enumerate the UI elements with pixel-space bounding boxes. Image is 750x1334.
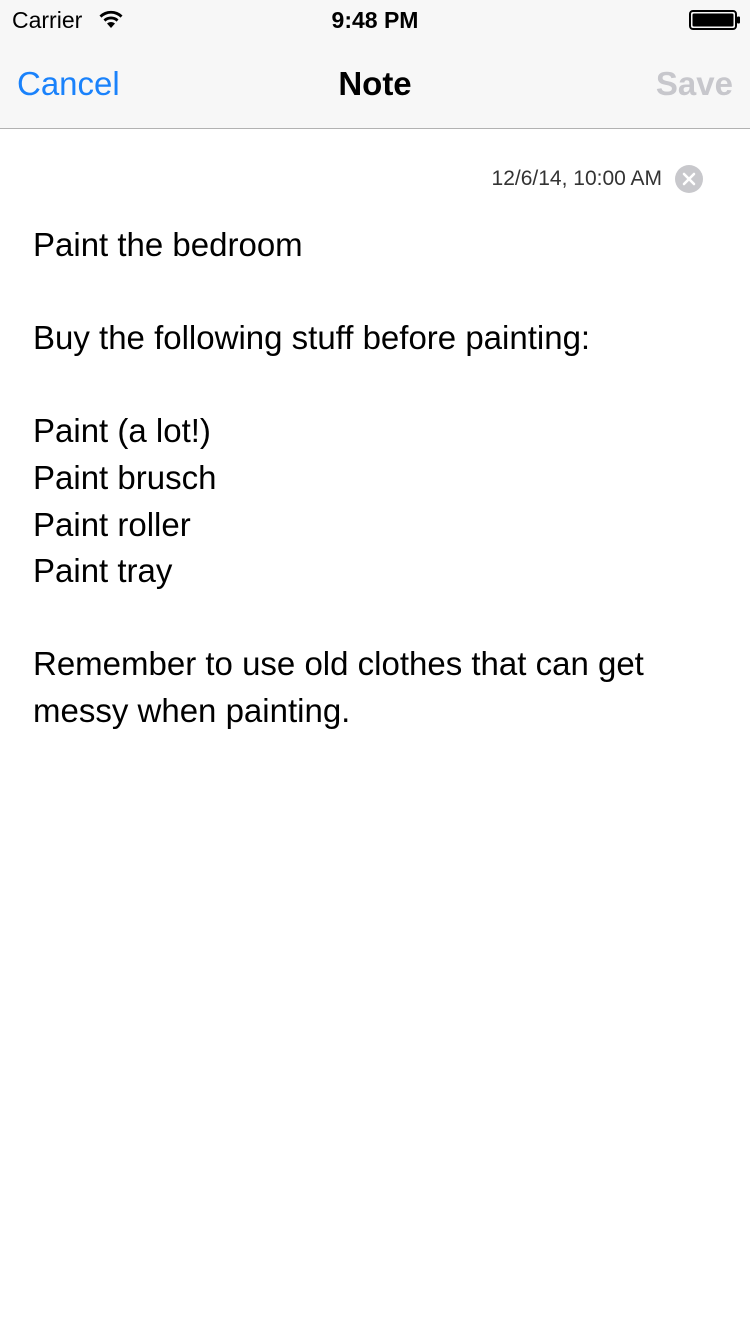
note-line: Paint brusch	[33, 458, 217, 496]
note-line: Paint the bedroom	[33, 226, 303, 263]
reminder-row: 12/6/14, 10:00 AM	[492, 162, 704, 196]
status-bar: Carrier 9:48 PM	[0, 0, 750, 40]
note-line: Paint roller	[33, 505, 191, 543]
battery-full-icon	[689, 10, 740, 30]
note-blank-line	[33, 362, 713, 409]
save-button[interactable]: Save	[656, 64, 733, 104]
note-screen: Carrier 9:48 PM Cancel Note Save 12/6/14…	[0, 0, 750, 1334]
note-line: messy when painting.	[33, 691, 351, 729]
note-line: Buy the following stuff before painting:	[33, 319, 591, 357]
note-line: Paint tray	[33, 552, 173, 590]
navigation-bar: Cancel Note Save	[0, 40, 750, 128]
note-line: Remember to use old clothes that can get	[33, 645, 644, 683]
reminder-date[interactable]: 12/6/14, 10:00 AM	[492, 164, 662, 194]
top-bar: Carrier 9:48 PM Cancel Note Save	[0, 0, 750, 129]
note-line: Paint (a lot!)	[33, 412, 211, 450]
cancel-button[interactable]: Cancel	[17, 64, 120, 104]
clock-time: 9:48 PM	[331, 7, 419, 33]
note-blank-line	[33, 269, 713, 316]
note-blank-line	[33, 595, 713, 642]
clear-circle-icon[interactable]	[674, 164, 704, 194]
note-text-area[interactable]: Paint the bedroom Buy the following stuff…	[33, 222, 713, 735]
